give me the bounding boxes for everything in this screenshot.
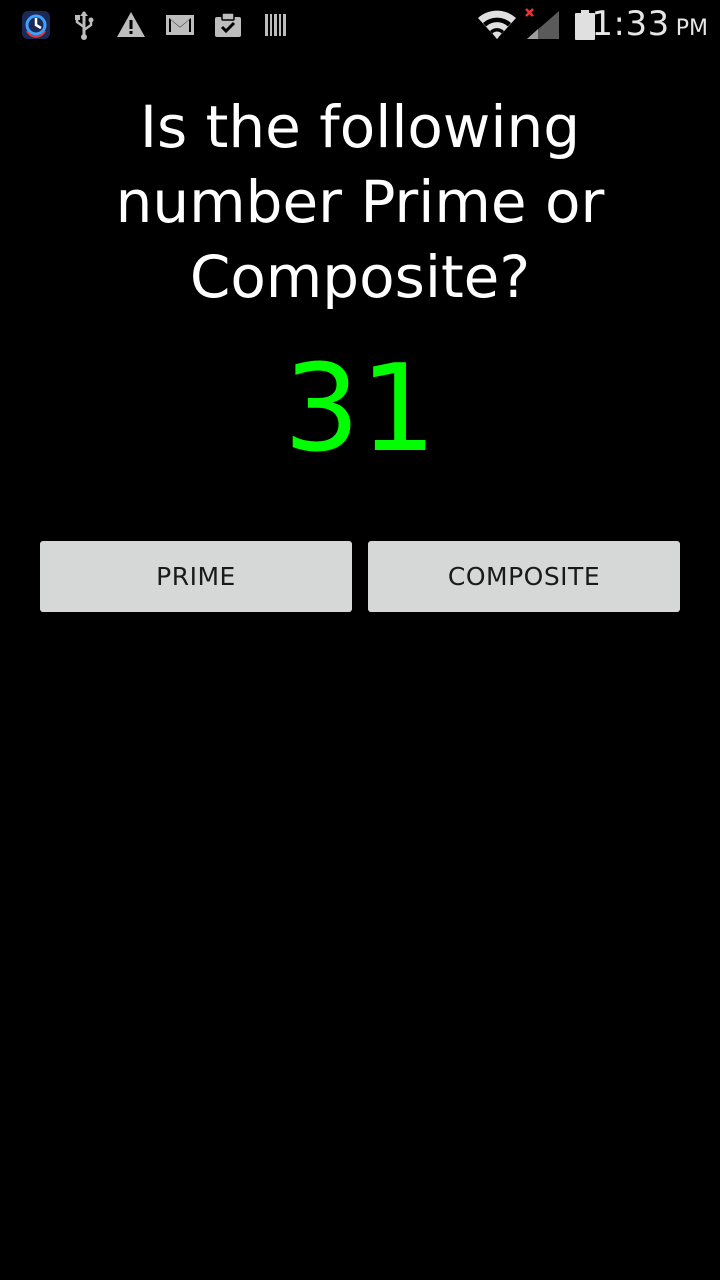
signal-icon [524,8,562,41]
wifi-icon [476,9,518,41]
status-bar: 1:33 PM [0,0,720,50]
barcode-icon [263,9,289,41]
warning-icon [116,9,146,41]
question-text: Is the following number Prime or Composi… [115,93,605,311]
clock-ampm: PM [675,16,708,41]
quiz-number: 31 [283,340,437,479]
status-clock: 1:33 PM [591,4,708,46]
usb-icon [72,9,96,41]
gmail-icon [165,9,195,41]
clock-time: 1:33 [591,4,670,44]
clipboard-check-icon [213,9,243,41]
prime-button[interactable]: PRIME [40,541,352,612]
composite-button[interactable]: COMPOSITE [368,541,680,612]
app-icon [20,9,52,41]
